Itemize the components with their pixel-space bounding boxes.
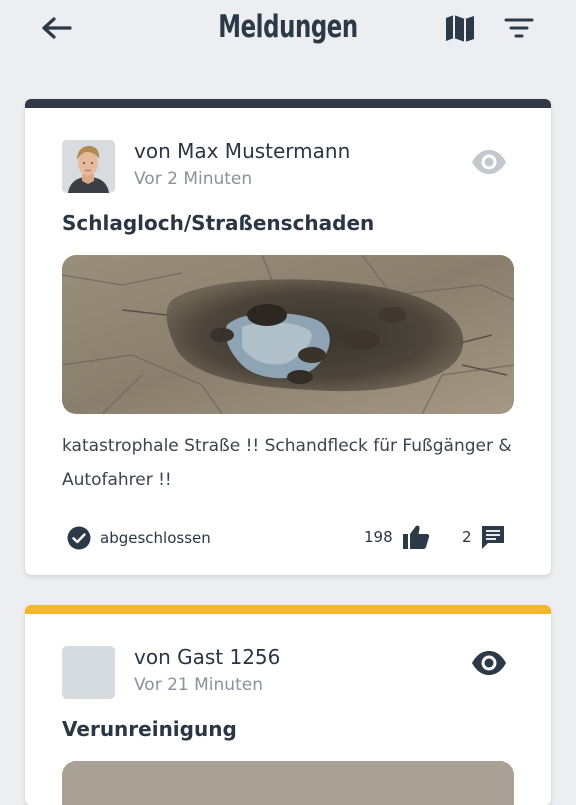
pothole-photo [62, 255, 514, 414]
watch-button[interactable] [470, 650, 508, 676]
watch-button[interactable] [470, 149, 508, 175]
report-time: Vor 21 Minuten [134, 675, 263, 695]
report-author: von Max Mustermann [134, 139, 351, 163]
status-label: abgeschlossen [100, 529, 211, 547]
comment-count: 2 [462, 528, 472, 546]
avatar [62, 646, 115, 699]
report-category: Verunreinigung [62, 717, 237, 741]
map-button[interactable] [443, 12, 477, 44]
check-circle-icon [67, 526, 91, 550]
avatar [62, 140, 115, 193]
placeholder-avatar [62, 646, 115, 699]
status-strip [25, 605, 551, 614]
report-description: katastrophale Straße !! Schandfleck für … [62, 436, 512, 490]
report-category: Schlagloch/Straßenschaden [62, 211, 375, 235]
status-strip [25, 99, 551, 108]
user-photo [62, 140, 115, 193]
filter-button[interactable] [501, 13, 537, 43]
map-icon [446, 15, 474, 42]
comment-icon [481, 526, 504, 549]
like-count: 198 [364, 528, 393, 546]
report-photo[interactable] [62, 255, 514, 414]
status-badge: abgeschlossen [67, 525, 211, 551]
report-time: Vor 2 Minuten [134, 169, 253, 189]
filter-icon [504, 18, 534, 38]
thumbs-up-icon [402, 525, 429, 549]
report-card[interactable]: von Gast 1256 Vor 21 Minuten Verunreinig… [25, 605, 551, 805]
eye-icon [472, 651, 506, 675]
report-card[interactable]: von Max Mustermann Vor 2 Minuten Schlagl… [25, 99, 551, 575]
eye-icon [472, 150, 506, 174]
comment-button[interactable]: 2 [462, 523, 506, 551]
app-header: Meldungen [0, 0, 576, 62]
like-button[interactable]: 198 [364, 523, 430, 551]
report-author: von Gast 1256 [134, 645, 281, 669]
